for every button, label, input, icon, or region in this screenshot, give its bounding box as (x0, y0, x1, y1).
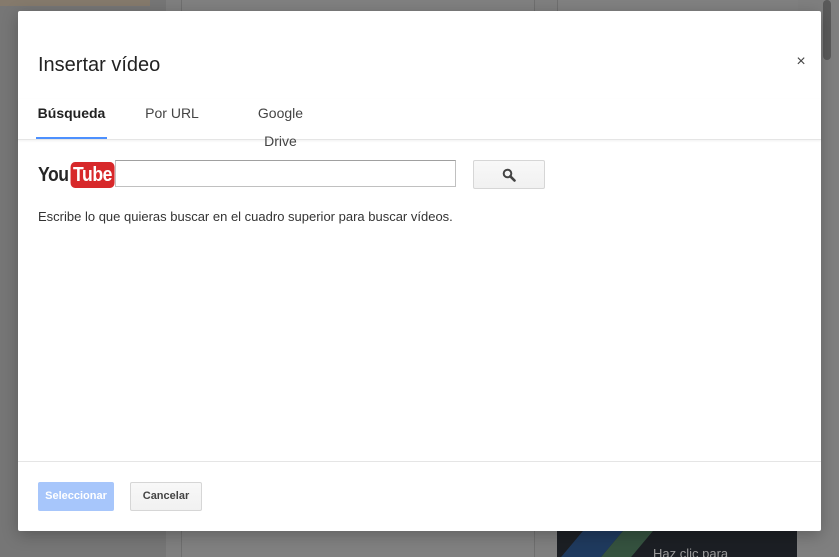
tab-busqueda[interactable]: Búsqueda (36, 99, 107, 139)
search-input[interactable] (115, 160, 456, 187)
youtube-logo-you: You (38, 163, 69, 186)
youtube-logo-tube: Tube (70, 162, 115, 188)
search-button[interactable] (473, 160, 545, 189)
search-icon (502, 168, 516, 182)
tab-bar: Búsqueda Por URL Google Drive (18, 99, 821, 149)
dialog-footer: Seleccionar Cancelar (18, 461, 821, 532)
insert-video-dialog: Insertar vídeo × Búsqueda Por URL Google… (18, 11, 821, 531)
background-scrollbar (823, 0, 831, 60)
dialog-title: Insertar vídeo (38, 54, 161, 76)
search-hint-text: Escribe lo que quieras buscar en el cuad… (38, 209, 453, 224)
background-left-top-strip (0, 0, 150, 6)
select-button[interactable]: Seleccionar (38, 482, 114, 511)
close-icon[interactable]: × (792, 53, 810, 71)
tab-por-url[interactable]: Por URL (145, 99, 199, 137)
youtube-logo: You Tube (38, 161, 115, 189)
tab-google-drive[interactable]: Google Drive (240, 99, 321, 149)
cancel-button[interactable]: Cancelar (130, 482, 202, 511)
background-thumbnail-text: Haz clic para (653, 546, 729, 557)
